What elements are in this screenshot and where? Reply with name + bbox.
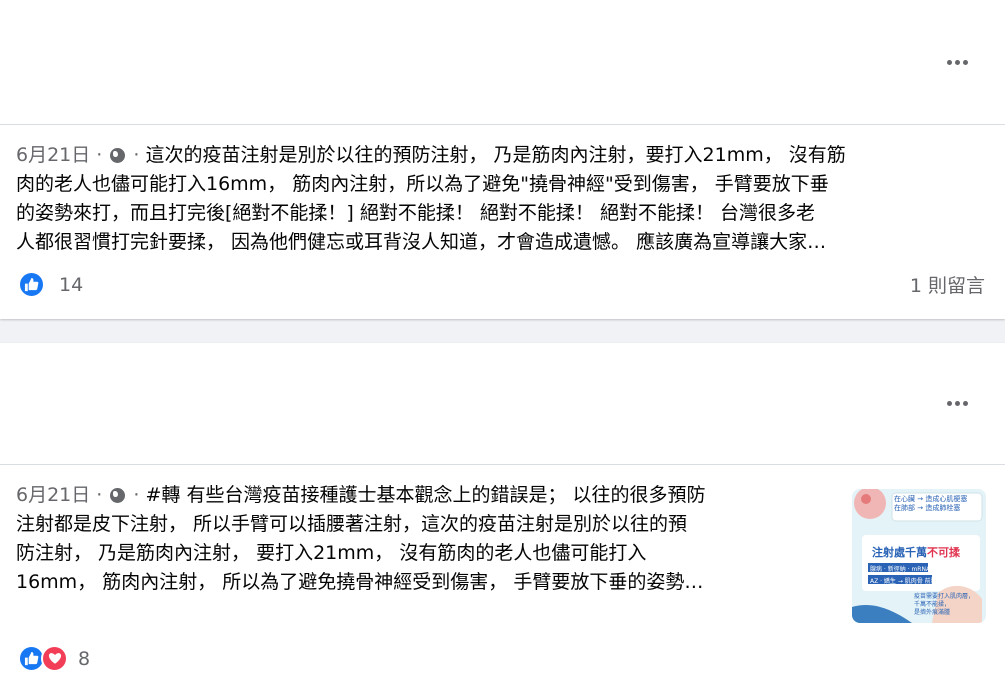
post-text-line: 這次的疫苗注射是別於以往的預防注射， 乃是筋肉內注射，要打入21mm， 沒有筋 (145, 144, 846, 166)
reaction-summary[interactable]: 14 (18, 271, 83, 298)
post-text-line: 16mm， 筋肉內注射， 所以為了避免撓骨神經受到傷害， 手臂要放下垂的姿勢… (16, 571, 704, 593)
post-text-line: 防注射， 乃是筋肉內注射， 要打入21mm， 沒有筋肉的老人也儘可能打入 (16, 542, 647, 564)
post-date[interactable]: 6月21日 (16, 484, 90, 506)
divider (0, 464, 1005, 465)
more-options-button[interactable] (939, 385, 975, 421)
thumb-title-red: 不可揉 (927, 546, 960, 559)
separator: · (127, 144, 146, 166)
post-card: 6月21日 · · 這次的疫苗注射是別於以往的預防注射， 乃是筋肉內注射，要打入… (0, 0, 1005, 319)
post-text-line: 人都很習慣打完針要揉， 因為他們健忘或耳背沒人知道，才會造成遺憾。 應該廣為宣導… (16, 231, 827, 253)
thumb-title: 注射處千萬不可揉 (872, 544, 960, 560)
thumb-bottom-line: 疫苗需要打入肌肉層， (914, 593, 975, 600)
more-icon-dot (954, 400, 960, 406)
thumb-label: AZ · 嬌生 → 肌肉骨 前腿注射 (870, 578, 949, 585)
more-icon-dot (962, 400, 968, 406)
post-text-line: 注射都是皮下注射， 所以手臂可以插腰著注射，這次的疫苗注射是別於以往的預 (16, 513, 688, 535)
post-text: 6月21日 · · #轉 有些台灣疫苗接種護士基本觀念上的錯誤是； 以往的很多預… (16, 481, 706, 597)
comment-count-link[interactable]: 1 則留言 (910, 271, 985, 298)
thumb-bubble-line: 在肺部 → 造成肺栓塞 (894, 504, 961, 512)
divider (0, 124, 1005, 125)
thumb-bottom-text: 疫苗需要打入肌肉層， 千萬不能揉， 是擠外痕滿腫 (914, 593, 974, 617)
thumb-bubble-line: 在心臟 → 造成心肌梗塞 (894, 495, 968, 503)
thumb-bottom-line: 千萬不能揉， (914, 601, 951, 608)
thumbs-up-icon (24, 277, 39, 292)
heart-icon (48, 653, 61, 664)
more-icon (946, 400, 952, 406)
post-text-line: #轉 有些台灣疫苗接種護士基本觀念上的錯誤是； 以往的很多預防 (145, 484, 706, 506)
post-text-line: 肉的老人也儘可能打入16mm， 筋肉內注射，所以為了避免"撓骨神經"受到傷害， … (16, 173, 829, 195)
separator: · (90, 144, 109, 166)
thumbs-up-icon (24, 651, 39, 666)
thumb-labels: 腺病 · 新徑納 · mRNA疫苗 AZ · 嬌生 → 肌肉骨 前腿注射 (870, 564, 949, 588)
reaction-summary[interactable]: 8 (18, 645, 90, 672)
more-icon-dot (962, 59, 968, 65)
more-options-button[interactable] (939, 44, 975, 80)
love-icon (41, 645, 68, 672)
post-image-thumbnail[interactable]: 在心臟 → 造成心肌梗塞 在肺部 → 造成肺栓塞 注射處千萬不可揉 腺病 · 新… (852, 489, 986, 623)
reaction-count: 8 (78, 647, 91, 670)
more-icon-dot (954, 59, 960, 65)
reaction-count: 14 (59, 273, 84, 296)
more-icon (946, 59, 952, 65)
thumb-title-text: 注射處千萬 (872, 546, 927, 559)
thumb-bubble: 在心臟 → 造成心肌梗塞 在肺部 → 造成肺栓塞 (894, 495, 967, 513)
thumb-label: 腺病 · 新徑納 · mRNA疫苗 (870, 566, 943, 573)
separator: · (127, 484, 146, 506)
like-icon (18, 271, 45, 298)
post-date[interactable]: 6月21日 (16, 144, 90, 166)
post-text-line: 的姿勢來打，而且打完後[絕對不能揉！] 絕對不能揉！ 絕對不能揉！ 絕對不能揉！… (16, 202, 815, 224)
post-text: 6月21日 · · 這次的疫苗注射是別於以往的預防注射， 乃是筋肉內注射，要打入… (16, 141, 846, 257)
thumb-bottom-line: 是擠外痕滿腫 (914, 609, 951, 616)
separator: · (90, 484, 109, 506)
globe-icon (110, 488, 126, 503)
globe-icon (110, 148, 126, 163)
